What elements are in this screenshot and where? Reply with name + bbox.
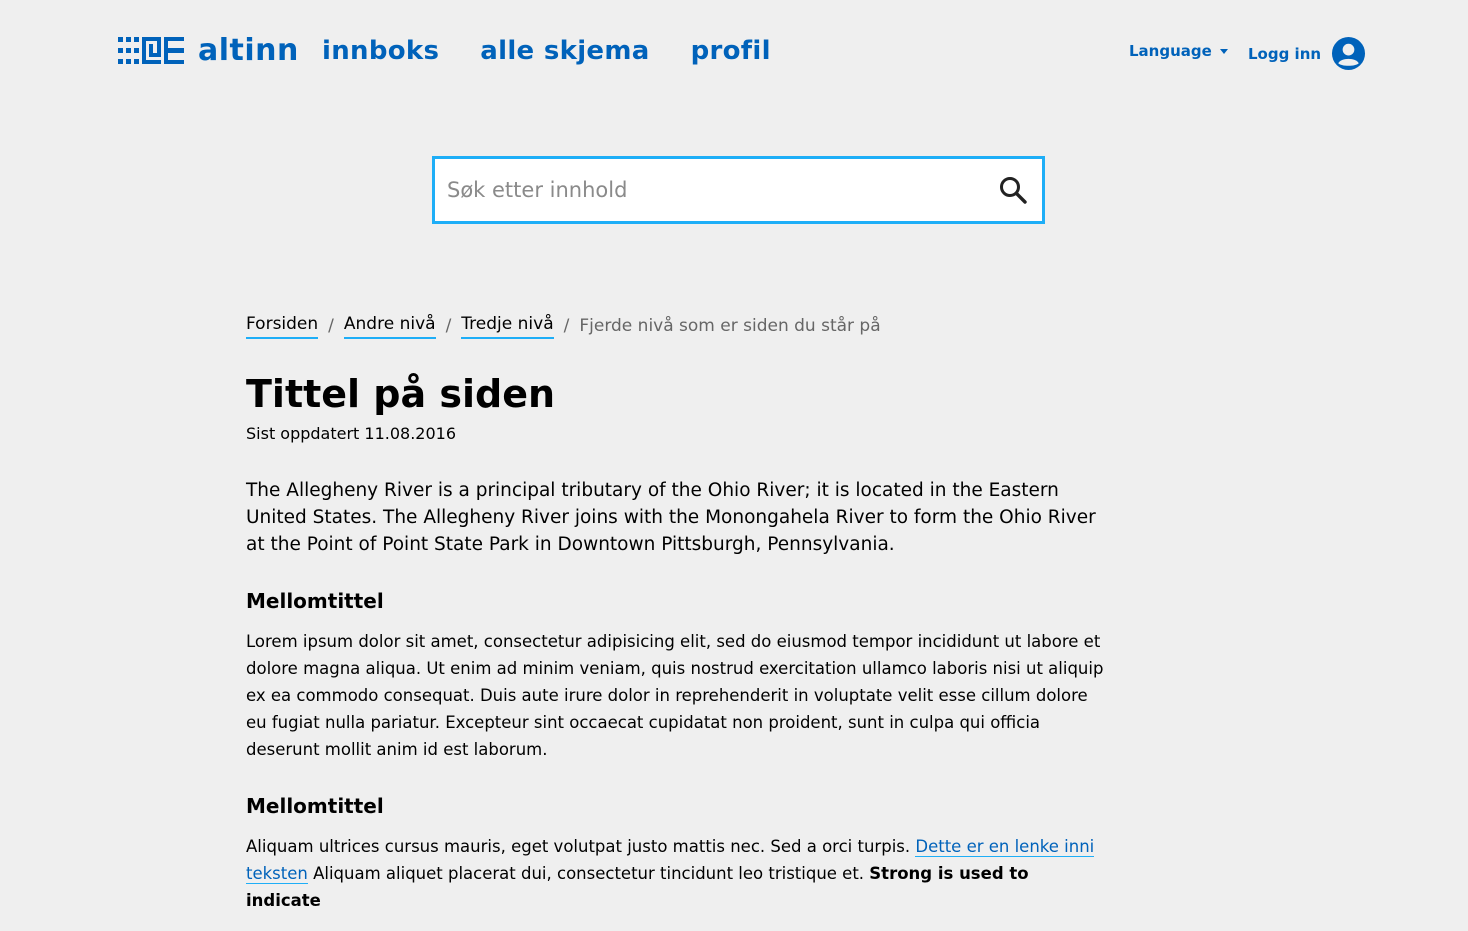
breadcrumb-separator: / [328,316,334,336]
main-content: Forsiden / Andre nivå / Tredje nivå / Fj… [246,310,1106,931]
logo-text: altinn [198,33,299,68]
body-paragraph: Lorem ipsum dolor sit amet, consectetur … [246,632,1104,759]
altinn-logo[interactable]: altinn [118,36,299,66]
search-box [432,156,1045,224]
nav-item-innboks[interactable]: innboks [322,36,439,66]
last-updated: Sist oppdatert 11.08.2016 [246,424,457,443]
breadcrumb-current: Fjerde nivå som er siden du står på [579,316,881,336]
nav-item-alle-skjema[interactable]: alle skjema [480,36,649,66]
section-heading: Mellomtittel [246,589,384,613]
page-title: Tittel på siden [246,372,556,416]
breadcrumb-link-forsiden[interactable]: Forsiden [246,314,319,339]
lead-paragraph: The Allegheny River is a principal tribu… [246,480,1096,555]
login-label: Logg inn [1248,44,1322,63]
caret-down-icon [1219,48,1228,54]
search-icon[interactable] [998,175,1028,205]
breadcrumb-separator: / [445,316,452,336]
altinn-logo-icon [118,37,184,64]
nav-item-profil[interactable]: profil [691,36,771,66]
breadcrumb-separator: / [563,316,570,336]
login-button[interactable]: Logg inn [1248,36,1366,71]
main-nav: innboks alle skjema profil [322,36,771,66]
user-avatar-icon [1332,36,1366,71]
language-label: Language [1129,42,1212,60]
breadcrumb-link-tredje-niva[interactable]: Tredje nivå [461,314,554,339]
breadcrumb-link-andre-niva[interactable]: Andre nivå [343,314,436,339]
site-header: altinn innboks alle skjema profil Langua… [0,0,1468,105]
search-input[interactable] [435,159,987,221]
language-selector[interactable]: Language [1129,42,1228,60]
paragraph-text: Aliquam aliquet placerat dui, consectetu… [307,864,870,883]
breadcrumb: Forsiden / Andre nivå / Tredje nivå / Fj… [246,310,1106,342]
body-paragraph-with-link: Aliquam ultrices cursus mauris, eget vol… [246,833,1106,914]
section-heading: Mellomtittel [246,794,384,818]
paragraph-text: Aliquam ultrices cursus mauris, eget vol… [246,837,916,856]
